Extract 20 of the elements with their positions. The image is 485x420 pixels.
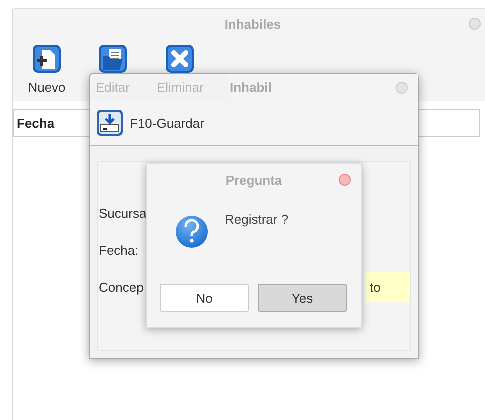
field-label: Fecha: <box>99 242 139 258</box>
window-title: Inhabiles <box>224 16 282 32</box>
window-control-icon[interactable] <box>396 82 408 94</box>
window-title: Pregunta <box>226 172 282 188</box>
input-field[interactable]: to <box>365 272 410 302</box>
column-header: Fecha <box>16 116 55 130</box>
save-button[interactable]: F10-Guardar <box>94 107 206 139</box>
close-icon[interactable] <box>339 174 351 186</box>
message-text: Registrar ? <box>225 212 289 229</box>
folder-document-icon <box>98 44 128 74</box>
toolbar-button[interactable]: Nuevo <box>21 40 73 101</box>
window-control-icon[interactable] <box>469 18 481 30</box>
new-document-icon <box>32 44 62 74</box>
window-title: Inhabil <box>230 80 272 95</box>
save-tray-icon <box>96 109 124 137</box>
dialog-button[interactable]: No <box>160 284 249 312</box>
field-label: Sucursa <box>99 206 147 220</box>
dialog-button[interactable]: Yes <box>258 284 347 312</box>
delete-x-icon <box>165 44 196 74</box>
field-label: Concep <box>99 280 144 294</box>
